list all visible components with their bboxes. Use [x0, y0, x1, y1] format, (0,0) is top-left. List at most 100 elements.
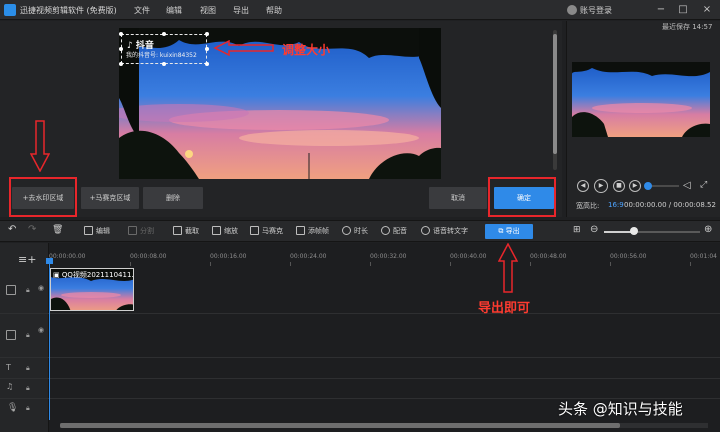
vertical-scrollbar-thumb[interactable]: [553, 34, 557, 154]
ruler-mark: [690, 262, 691, 266]
ruler-mark: [530, 262, 531, 266]
previous-frame-icon[interactable]: ◀: [577, 180, 589, 192]
play-icon[interactable]: ▶: [594, 179, 608, 193]
resize-handle[interactable]: [119, 47, 123, 51]
frame-icon: [296, 226, 305, 235]
aspect-ratio-label: 宽高比:: [576, 202, 600, 210]
resize-handle[interactable]: [119, 62, 123, 66]
fullscreen-icon[interactable]: ⤢: [700, 180, 707, 190]
track-divider: [0, 313, 720, 314]
eye-icon[interactable]: ◉: [38, 326, 44, 334]
zoom-in-icon[interactable]: ⊕: [704, 224, 712, 235]
ruler-mark: [130, 262, 131, 266]
highlight-box: [9, 177, 77, 217]
lock-icon[interactable]: 🔒︎: [26, 404, 30, 413]
clock-icon: [342, 226, 351, 235]
add-mosaic-button[interactable]: +马赛克区域: [81, 187, 139, 209]
next-frame-icon[interactable]: ▶: [629, 180, 641, 192]
volume-icon[interactable]: ◁: [683, 180, 691, 191]
tool-speech-to-text[interactable]: 语音转文字: [421, 226, 468, 236]
menu-export[interactable]: 导出: [233, 5, 249, 16]
resize-handle[interactable]: [205, 62, 209, 66]
redo-icon[interactable]: ↷: [28, 224, 36, 235]
zoom-out-icon[interactable]: ⊖: [590, 224, 598, 235]
up-arrow-annotation-icon: [498, 243, 518, 293]
user-icon[interactable]: [567, 5, 577, 15]
split-icon: [128, 226, 137, 235]
aspect-ratio-value[interactable]: 16:9: [608, 201, 624, 209]
edit-icon: [84, 226, 93, 235]
ruler-tick: 00:00:32.00: [370, 253, 407, 260]
source-watermark: 头条 @知识与技能: [558, 400, 683, 418]
speech-icon: [421, 226, 430, 235]
menu-help[interactable]: 帮助: [266, 5, 282, 16]
export-note: 导出即可: [478, 301, 531, 316]
stop-icon[interactable]: ■: [613, 180, 625, 192]
ruler-tick: 00:00:08.00: [130, 253, 167, 260]
crop-icon: [173, 226, 182, 235]
add-track-icon[interactable]: ≡+: [18, 253, 36, 266]
tool-duration[interactable]: 时长: [342, 226, 368, 236]
music-track-icon: ♫: [6, 382, 14, 391]
minimize-button[interactable]: −: [654, 3, 668, 17]
tool-edit[interactable]: 编辑: [84, 226, 110, 236]
maximize-button[interactable]: □: [676, 3, 690, 17]
cancel-button[interactable]: 取消: [429, 187, 487, 209]
ruler-mark: [610, 262, 611, 266]
resize-handle[interactable]: [162, 62, 166, 66]
tool-crop[interactable]: 截取: [173, 226, 199, 236]
delete-button[interactable]: 删除: [143, 187, 203, 209]
export-button[interactable]: ⧉ 导出: [485, 224, 533, 239]
last-save-time: 最近保存 14:57: [662, 23, 713, 31]
export-icon: ⧉: [498, 227, 506, 235]
ruler-mark: [370, 262, 371, 266]
lock-icon[interactable]: 🔒︎: [26, 331, 30, 340]
tool-mosaic[interactable]: 马赛克: [250, 226, 283, 236]
tool-split[interactable]: 分割: [128, 226, 154, 236]
eye-icon[interactable]: ◉: [38, 284, 44, 292]
menu-view[interactable]: 视图: [200, 5, 216, 16]
text-track-icon: T: [6, 363, 11, 372]
ruler-tick: 00:01:04: [690, 253, 717, 260]
ruler-tick: 00:00:24.00: [290, 253, 327, 260]
zoom-icon: [212, 226, 221, 235]
ruler-tick: 00:00:16.00: [210, 253, 247, 260]
lock-icon[interactable]: 🔒︎: [26, 286, 30, 295]
ruler-tick: 00:00:00.00: [49, 253, 86, 260]
ruler-tick: 00:00:48.00: [530, 253, 567, 260]
trash-icon[interactable]: 🗑: [52, 225, 63, 235]
preview-video: [572, 62, 710, 137]
menu-edit[interactable]: 编辑: [166, 5, 182, 16]
voice-track-icon: 🎙︎: [7, 403, 19, 413]
close-button[interactable]: ×: [700, 3, 714, 17]
horizontal-scrollbar-thumb[interactable]: [60, 423, 620, 428]
lock-icon[interactable]: 🔒︎: [26, 364, 30, 373]
resize-handle[interactable]: [162, 32, 166, 36]
video-track-icon: [6, 285, 16, 295]
timeline-zoom-knob[interactable]: [630, 227, 638, 235]
tool-zoom[interactable]: 缩放: [212, 226, 238, 236]
clip-icon: ▣: [53, 271, 62, 279]
app-logo-icon: [4, 4, 16, 16]
playhead-handle[interactable]: [46, 258, 53, 264]
app-title: 迅捷视频剪辑软件 (免费版): [20, 6, 117, 15]
resize-handle[interactable]: [205, 47, 209, 51]
left-arrow-annotation-icon: [213, 40, 274, 56]
mosaic-icon: [250, 226, 259, 235]
seek-knob[interactable]: [644, 182, 652, 190]
playhead[interactable]: [49, 262, 50, 420]
resize-handle[interactable]: [205, 32, 209, 36]
microphone-icon: [381, 226, 390, 235]
highlight-box: [488, 177, 556, 217]
fit-icon[interactable]: ⊞: [573, 225, 581, 235]
lock-icon[interactable]: 🔒︎: [26, 384, 30, 393]
track-divider: [0, 357, 720, 358]
ruler-mark: [290, 262, 291, 266]
ruler-tick: 00:00:56.00: [610, 253, 647, 260]
tool-add-frame[interactable]: 添帧帧: [296, 226, 329, 236]
tool-voiceover[interactable]: 配音: [381, 226, 407, 236]
account-login-link[interactable]: 账号登录: [580, 5, 612, 16]
undo-icon[interactable]: ↶: [8, 224, 16, 235]
menu-file[interactable]: 文件: [134, 5, 150, 16]
resize-handle[interactable]: [119, 32, 123, 36]
